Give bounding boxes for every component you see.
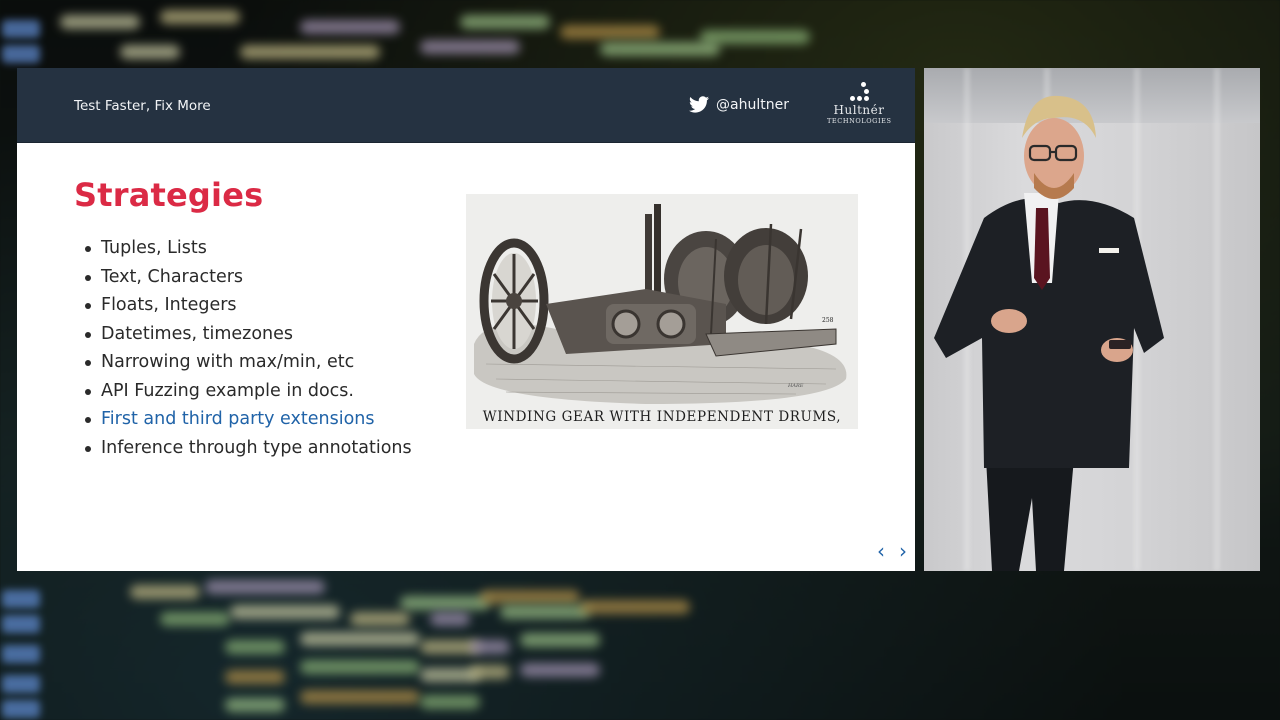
list-item-link[interactable]: First and third party extensions [82, 405, 412, 434]
speaker-figure [934, 95, 1164, 571]
list-item: Inference through type annotations [82, 434, 412, 463]
code-line-blur [225, 640, 285, 654]
code-line-blur [120, 45, 180, 59]
logo-name: Hultnér [833, 103, 885, 117]
talk-title: Test Faster, Fix More [74, 98, 211, 114]
slide-heading: Strategies [74, 176, 264, 214]
plate-number: 258 [822, 317, 834, 324]
code-line-blur [520, 633, 600, 647]
speaker-video [924, 68, 1260, 571]
line-number-blur [2, 590, 40, 608]
list-item: Floats, Integers [82, 291, 412, 320]
list-item: Datetimes, timezones [82, 320, 412, 349]
code-line-blur [240, 45, 380, 59]
code-line-blur [400, 596, 490, 610]
list-item: Narrowing with max/min, etc [82, 348, 412, 377]
list-item: Text, Characters [82, 263, 412, 292]
code-line-blur [470, 665, 510, 679]
code-line-blur [580, 600, 690, 614]
code-line-blur [560, 25, 660, 39]
code-line-blur [420, 40, 520, 54]
code-line-blur [470, 640, 510, 654]
strategy-list: Tuples, Lists Text, Characters Floats, I… [82, 234, 412, 462]
figure-caption: WINDING GEAR WITH INDEPENDENT DRUMS, [482, 409, 842, 425]
code-line-blur [300, 20, 400, 34]
code-line-blur [420, 695, 480, 709]
engraving-image: 258 HARE [474, 204, 847, 404]
winding-gear-illustration: 258 HARE WINDING GEAR WITH INDEPENDENT D… [466, 194, 858, 429]
line-number-blur [2, 675, 40, 693]
line-number-blur [2, 20, 40, 38]
code-line-blur [500, 605, 590, 619]
chevron-left-icon[interactable]: ‹ [877, 541, 885, 561]
line-number-blur [2, 700, 40, 718]
slide-header: Test Faster, Fix More @ahultner Hultnér … [17, 68, 915, 143]
twitter-handle-text: @ahultner [716, 96, 789, 113]
line-number-blur [2, 615, 40, 633]
engraver-signature: HARE [787, 383, 804, 389]
code-line-blur [300, 690, 420, 704]
list-item: Tuples, Lists [82, 234, 412, 263]
code-line-blur [230, 605, 340, 619]
slide-navigation: ‹ › [877, 541, 907, 561]
code-line-blur [205, 580, 325, 594]
code-line-blur [160, 612, 230, 626]
logo-dots-icon [844, 80, 874, 104]
code-line-blur [225, 698, 285, 712]
hultner-technologies-logo: Hultnér Technologies [827, 80, 891, 125]
code-line-blur [130, 585, 200, 599]
code-line-blur [520, 663, 600, 677]
code-line-blur [430, 612, 470, 626]
code-line-blur [700, 30, 810, 44]
code-line-blur [300, 632, 420, 646]
code-line-blur [350, 612, 410, 626]
twitter-handle: @ahultner [689, 96, 789, 113]
logo-subtitle: Technologies [827, 117, 892, 125]
line-number-blur [2, 45, 40, 63]
chevron-right-icon[interactable]: › [899, 541, 907, 561]
code-line-blur [600, 42, 720, 56]
code-line-blur [300, 660, 420, 674]
code-line-blur [160, 10, 240, 24]
line-number-blur [2, 645, 40, 663]
twitter-bird-icon [689, 96, 709, 113]
presentation-slide: Test Faster, Fix More @ahultner Hultnér … [17, 68, 915, 571]
code-line-blur [480, 590, 580, 604]
list-item: API Fuzzing example in docs. [82, 377, 412, 406]
code-line-blur [60, 15, 140, 29]
code-line-blur [225, 670, 285, 684]
code-line-blur [460, 15, 550, 29]
